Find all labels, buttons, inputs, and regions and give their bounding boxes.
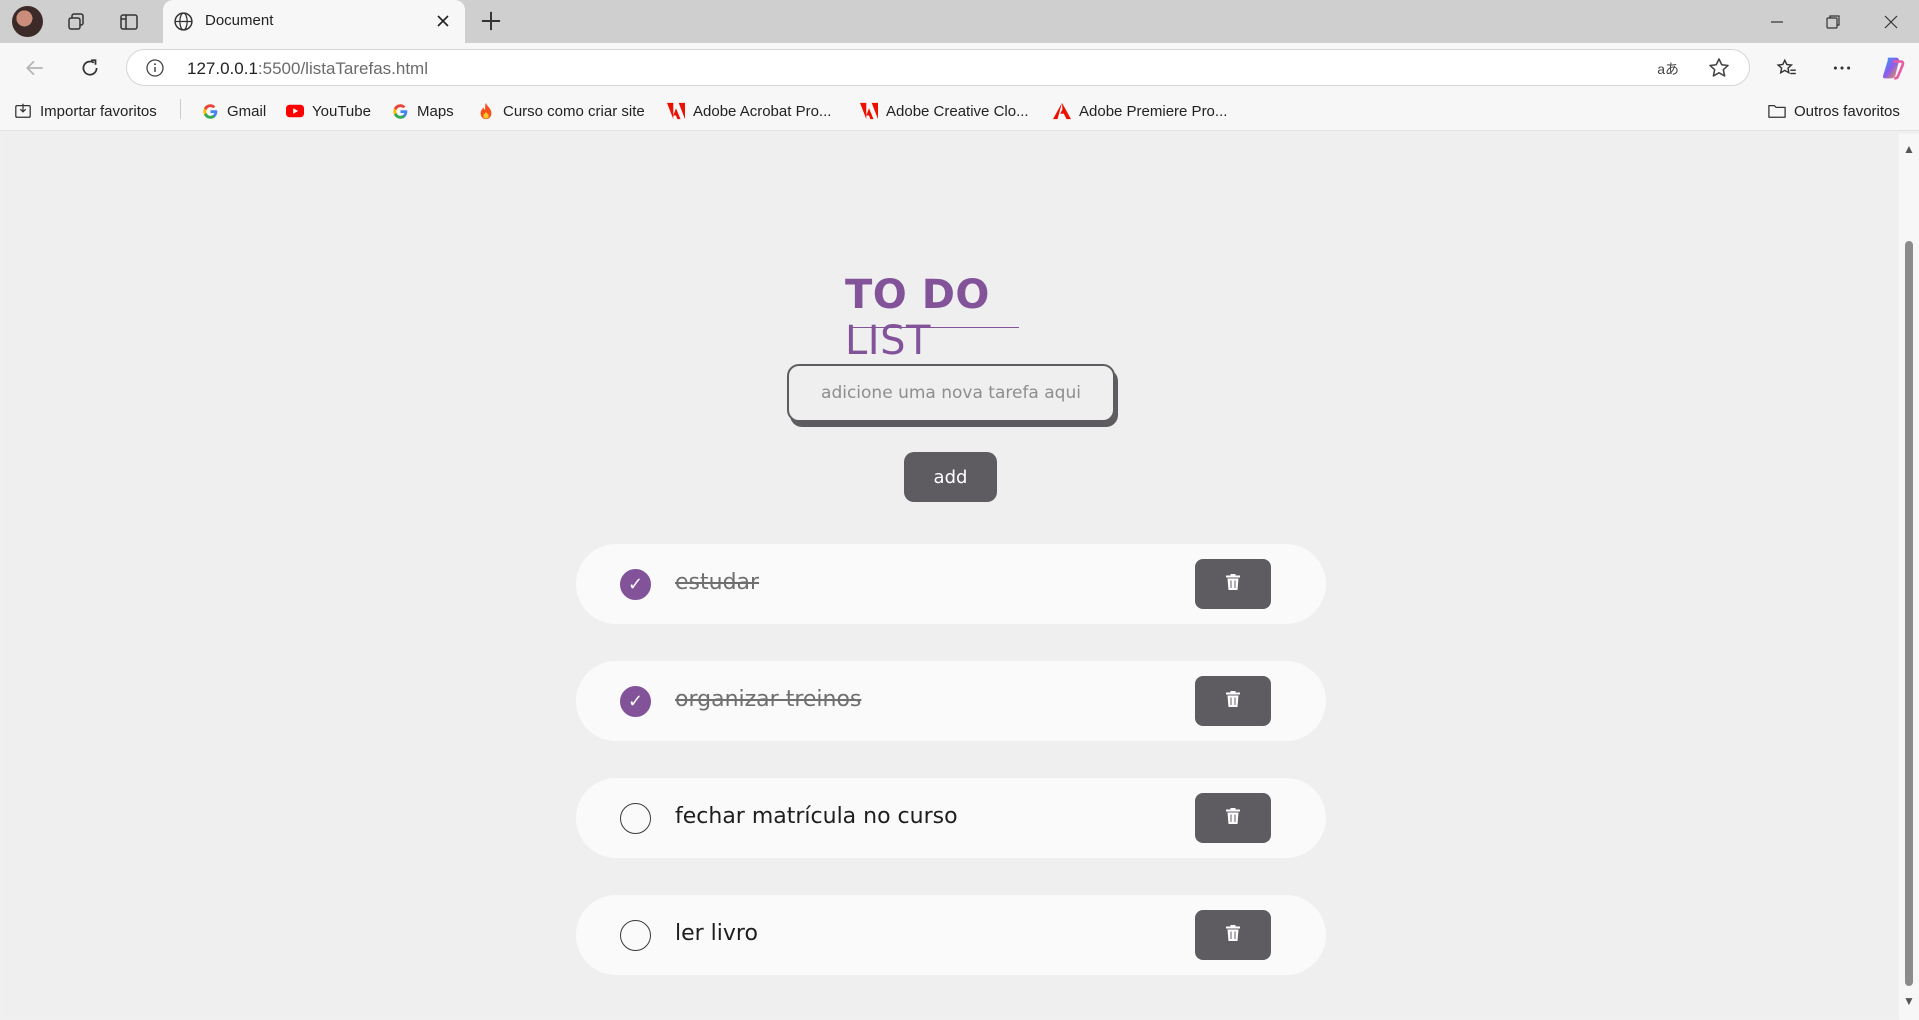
bookmark-label: Gmail [227, 102, 267, 120]
other-favorites[interactable]: Outros favoritos [1768, 102, 1900, 120]
address-bar[interactable]: 127.0.0.1:5500/listaTarefas.html aあ [126, 49, 1750, 86]
trash-icon [1226, 807, 1240, 829]
add-button[interactable]: add [904, 452, 997, 502]
adobe-icon [860, 102, 878, 120]
delete-button[interactable] [1195, 793, 1271, 843]
bookmark-label: Maps [417, 102, 454, 120]
trash-icon [1226, 690, 1240, 712]
bookmark-youtube[interactable]: YouTube [286, 102, 371, 120]
bookmark-import[interactable]: Importar favoritos [14, 102, 157, 120]
back-icon[interactable] [22, 55, 48, 81]
bookmark-label: Curso como criar site [503, 102, 645, 120]
list-item: fechar matrícula no curso [576, 778, 1326, 858]
list-item: ✓ organizar treinos [576, 661, 1326, 741]
tab-bar: Document [0, 0, 1919, 43]
address-toolbar: 127.0.0.1:5500/listaTarefas.html aあ [0, 43, 1919, 93]
task-checkbox-checked[interactable]: ✓ [620, 569, 651, 600]
globe-icon [173, 11, 194, 37]
task-text: estudar [675, 570, 760, 595]
google-icon [391, 102, 409, 120]
bookmark-premiere[interactable]: Adobe Premiere Pro... [1053, 102, 1227, 120]
close-tab-icon[interactable] [433, 11, 453, 36]
task-checkbox-checked[interactable]: ✓ [620, 686, 651, 717]
url-text: 127.0.0.1:5500/listaTarefas.html [187, 59, 428, 79]
folder-icon [1768, 102, 1786, 120]
new-task-input[interactable] [787, 364, 1115, 422]
bookmark-label: Outros favoritos [1794, 102, 1900, 120]
task-list: ✓ estudar ✓ organizar treinos fechar mat… [576, 544, 1326, 1012]
flame-icon [477, 102, 495, 120]
close-window-icon[interactable] [1878, 9, 1904, 35]
site-info-icon[interactable] [145, 58, 165, 83]
bookmark-label: Adobe Premiere Pro... [1079, 102, 1228, 120]
restore-icon[interactable] [1820, 9, 1846, 35]
url-path: :5500/listaTarefas.html [257, 59, 428, 78]
workspaces-icon[interactable] [63, 9, 89, 35]
task-checkbox[interactable] [620, 803, 651, 834]
google-icon [201, 102, 219, 120]
bookmark-gmail[interactable]: Gmail [201, 102, 266, 120]
bookmark-label: YouTube [312, 102, 371, 120]
adobe-icon [667, 102, 685, 120]
task-text: ler livro [675, 921, 758, 946]
page-scrollbar[interactable]: ▲ ▼ [1899, 134, 1919, 1020]
list-item: ler livro [576, 895, 1326, 975]
title-bold: TO DO [845, 272, 990, 318]
tab-document[interactable]: Document [163, 0, 465, 43]
more-options-icon[interactable] [1829, 55, 1855, 81]
bookmark-creative-cloud[interactable]: Adobe Creative Clo... [860, 102, 1029, 120]
favorite-star-icon[interactable] [1707, 56, 1731, 85]
bookmark-maps[interactable]: Maps [391, 102, 454, 120]
bookmark-label: Importar favoritos [40, 102, 157, 120]
tab-title: Document [205, 12, 274, 29]
adobe-icon [1053, 102, 1071, 120]
bookmark-separator [180, 99, 181, 119]
bookmark-label: Adobe Acrobat Pro... [693, 102, 832, 120]
bookmarks-bar: Importar favoritos Gmail YouTube Maps Cu… [0, 93, 1919, 131]
translate-icon[interactable]: aあ [1657, 59, 1679, 79]
title-light: LIST [845, 318, 931, 364]
bookmark-label: Adobe Creative Clo... [886, 102, 1029, 120]
title-underline [849, 327, 1019, 328]
scroll-up-icon[interactable]: ▲ [1903, 142, 1915, 156]
copilot-icon[interactable] [1880, 55, 1906, 81]
task-text: organizar treinos [675, 687, 862, 712]
delete-button[interactable] [1195, 559, 1271, 609]
bookmark-curso[interactable]: Curso como criar site [477, 102, 645, 120]
favorites-icon[interactable] [1774, 55, 1800, 81]
task-text: fechar matrícula no curso [675, 804, 958, 829]
url-host: 127.0.0.1 [187, 59, 258, 78]
list-item: ✓ estudar [576, 544, 1326, 624]
trash-icon [1226, 924, 1240, 946]
import-icon [14, 102, 32, 120]
delete-button[interactable] [1195, 676, 1271, 726]
scrollbar-thumb[interactable] [1905, 241, 1913, 986]
trash-icon [1226, 573, 1240, 595]
vertical-tabs-icon[interactable] [116, 9, 142, 35]
refresh-icon[interactable] [77, 55, 103, 81]
bookmark-acrobat[interactable]: Adobe Acrobat Pro... [667, 102, 831, 120]
new-tab-icon[interactable] [478, 8, 504, 39]
scroll-down-icon[interactable]: ▼ [1903, 994, 1915, 1008]
minimize-icon[interactable] [1764, 9, 1790, 35]
youtube-icon [286, 102, 304, 120]
task-checkbox[interactable] [620, 920, 651, 951]
delete-button[interactable] [1195, 910, 1271, 960]
profile-avatar[interactable] [12, 6, 43, 37]
page-title: TO DO LIST [845, 272, 1055, 364]
